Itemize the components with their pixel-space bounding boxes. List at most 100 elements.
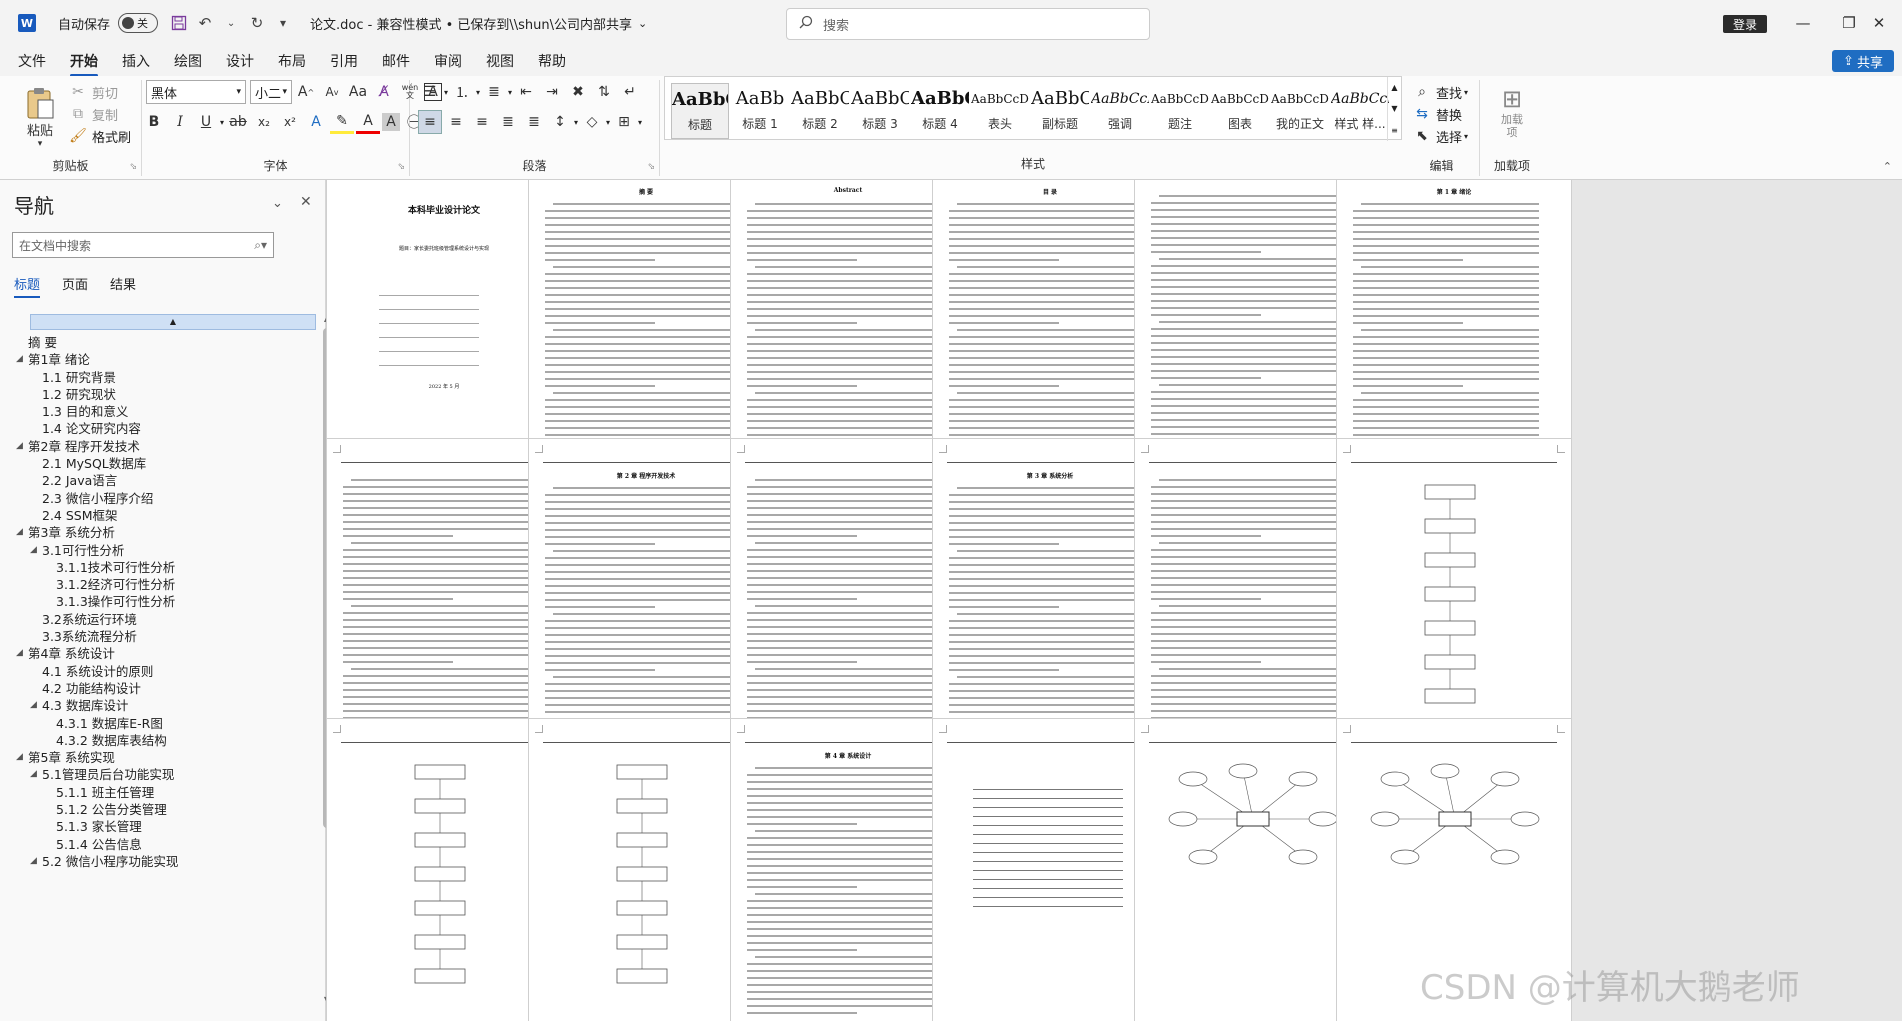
nav-heading-item[interactable]: ◢ 5.2 微信小程序功能实现: [20, 853, 322, 870]
search-input[interactable]: 搜索: [786, 8, 1150, 40]
addins-button[interactable]: ⊞ 加载项: [1486, 80, 1538, 144]
font-launcher-icon[interactable]: ⬂: [397, 162, 405, 172]
style-item[interactable]: AaBbCcI 强调: [1091, 83, 1149, 139]
paste-button[interactable]: 粘贴 ▾: [16, 82, 64, 152]
tab-help[interactable]: 帮助: [538, 47, 566, 75]
style-item[interactable]: AaBbCcDd 题注: [1151, 83, 1209, 139]
nav-heading-item[interactable]: 2.3 微信小程序介绍: [20, 490, 322, 507]
tab-view[interactable]: 视图: [486, 47, 514, 75]
style-item[interactable]: AaBbCcDd 图表: [1211, 83, 1269, 139]
font-name-combo[interactable]: 黑体 ▾: [146, 80, 246, 104]
nav-heading-item[interactable]: 5.1.2 公告分类管理: [20, 801, 322, 818]
nav-heading-item[interactable]: ◢ 第5章 系统实现: [16, 749, 322, 766]
font-color-icon[interactable]: A: [356, 110, 381, 134]
tab-design[interactable]: 设计: [226, 47, 254, 75]
style-item[interactable]: AaBbCcDd 我的正文: [1271, 83, 1329, 139]
select-button[interactable]: ⬉ 选择 ▾: [1410, 124, 1468, 148]
align-center-icon[interactable]: ≡: [444, 110, 468, 134]
styles-scroll[interactable]: ▲ ▼ ≡: [1387, 77, 1401, 141]
style-item[interactable]: AaBb 标题 1: [731, 83, 789, 139]
share-button[interactable]: ⇪ 共享: [1832, 50, 1894, 72]
search-icon[interactable]: ⌕▾: [254, 238, 267, 253]
expand-toggle-icon[interactable]: ◢: [16, 351, 23, 368]
multilevel-list-icon[interactable]: ≣: [482, 80, 506, 104]
show-marks-icon[interactable]: ↵: [618, 80, 642, 104]
close-icon[interactable]: ✕: [1856, 8, 1902, 38]
document-page-thumbnail[interactable]: [528, 718, 764, 1021]
nav-search-input[interactable]: 在文档中搜索 ⌕▾: [12, 232, 274, 258]
style-item[interactable]: AaBbCcI 样式 样...: [1331, 83, 1389, 139]
strikethrough-icon[interactable]: ab: [226, 110, 250, 134]
document-page-thumbnail[interactable]: [1134, 718, 1370, 1021]
tab-home[interactable]: 开始: [70, 47, 98, 77]
clipboard-launcher-icon[interactable]: ⬂: [129, 162, 137, 172]
expand-toggle-icon[interactable]: ◢: [30, 853, 37, 870]
align-left-icon[interactable]: ≡: [418, 110, 442, 134]
nav-tab-headings[interactable]: 标题: [14, 274, 41, 298]
expand-toggle-icon[interactable]: ◢: [16, 524, 23, 541]
text-effects-icon[interactable]: A: [304, 110, 328, 134]
paragraph-launcher-icon[interactable]: ⬂: [647, 162, 655, 172]
nav-heading-item[interactable]: 3.1.3操作可行性分析: [20, 593, 322, 610]
underline-icon[interactable]: U: [194, 110, 218, 134]
title-dropdown-icon[interactable]: ⌄: [638, 17, 647, 30]
nav-heading-item[interactable]: 2.1 MySQL数据库: [20, 455, 322, 472]
increase-indent-icon[interactable]: ⇥: [540, 80, 564, 104]
cut-button[interactable]: ✂ 剪切: [66, 80, 118, 104]
scroll-down-icon[interactable]: ▼: [1391, 104, 1397, 113]
nav-heading-item[interactable]: 4.1 系统设计的原则: [20, 663, 322, 680]
nav-heading-item[interactable]: 2.4 SSM框架: [20, 507, 322, 524]
distributed-icon[interactable]: ≣: [522, 110, 546, 134]
italic-icon[interactable]: I: [168, 110, 192, 134]
grow-font-icon[interactable]: A ^: [294, 80, 318, 104]
nav-heading-item[interactable]: 1.3 目的和意义: [20, 403, 322, 420]
superscript-icon[interactable]: x²: [278, 110, 302, 134]
nav-heading-item[interactable]: 5.1.1 班主任管理: [20, 784, 322, 801]
nav-close-icon[interactable]: ✕: [300, 194, 312, 210]
expand-toggle-icon[interactable]: ◢: [16, 438, 23, 455]
character-shading-icon[interactable]: A: [382, 113, 401, 131]
nav-heading-item[interactable]: ◢ 第2章 程序开发技术: [16, 438, 322, 455]
save-icon[interactable]: [166, 10, 192, 36]
justify-icon[interactable]: ≣: [496, 110, 520, 134]
tab-draw[interactable]: 绘图: [174, 47, 202, 75]
nav-heading-item[interactable]: 3.1.1技术可行性分析: [20, 559, 322, 576]
customize-qat-icon[interactable]: ▾: [270, 10, 296, 36]
borders-icon[interactable]: ⊞: [612, 110, 636, 134]
nav-heading-item[interactable]: 摘 要: [20, 334, 322, 351]
change-case-icon[interactable]: Aa: [346, 80, 370, 104]
style-item[interactable]: AaBbC 标题: [671, 83, 729, 139]
nav-tab-results[interactable]: 结果: [110, 274, 136, 298]
tab-mailings[interactable]: 邮件: [382, 47, 410, 75]
tab-references[interactable]: 引用: [330, 47, 358, 75]
highlight-icon[interactable]: ✎: [330, 110, 355, 134]
nav-heading-item[interactable]: 2.2 Java语言: [20, 472, 322, 489]
nav-heading-item[interactable]: 5.1.3 家长管理: [20, 818, 322, 835]
nav-heading-item[interactable]: 1.4 论文研究内容: [20, 420, 322, 437]
font-size-combo[interactable]: 小二 ▾: [250, 80, 292, 104]
nav-heading-item[interactable]: ◢ 5.1管理员后台功能实现: [20, 766, 322, 783]
nav-heading-item[interactable]: ◢ 第1章 绪论: [16, 351, 322, 368]
nav-heading-item[interactable]: 3.3系统流程分析: [20, 628, 322, 645]
expand-toggle-icon[interactable]: ◢: [16, 645, 23, 662]
nav-tab-pages[interactable]: 页面: [62, 274, 88, 298]
undo-icon[interactable]: ↶: [192, 10, 218, 36]
nav-heading-item[interactable]: 1.1 研究背景: [20, 369, 322, 386]
shrink-font-icon[interactable]: Av: [320, 80, 344, 104]
decrease-indent-icon[interactable]: ⇤: [514, 80, 538, 104]
tab-review[interactable]: 审阅: [434, 47, 462, 75]
style-item[interactable]: AaBbC 副标题: [1031, 83, 1089, 139]
document-area[interactable]: 本科毕业设计论文 题目：家长委托班级管理系统设计与实现 2022 年 5 月 摘 要 A…: [326, 180, 1902, 1021]
format-painter-button[interactable]: 🖌 格式刷: [66, 124, 131, 148]
line-spacing-icon[interactable]: ↕: [548, 110, 572, 134]
collapse-ribbon-icon[interactable]: ⌃: [1883, 160, 1892, 173]
tab-file[interactable]: 文件: [18, 47, 46, 75]
tab-layout[interactable]: 布局: [278, 47, 306, 75]
more-styles-icon[interactable]: ≡: [1391, 126, 1398, 135]
expand-toggle-icon[interactable]: ◢: [30, 697, 37, 714]
expand-toggle-icon[interactable]: ◢: [16, 749, 23, 766]
nav-heading-item[interactable]: 1.2 研究现状: [20, 386, 322, 403]
chevron-down-icon[interactable]: ▾: [220, 118, 224, 127]
nav-heading-item[interactable]: ◢ 第3章 系统分析: [16, 524, 322, 541]
find-button[interactable]: ⌕ 查找 ▾: [1410, 80, 1468, 104]
